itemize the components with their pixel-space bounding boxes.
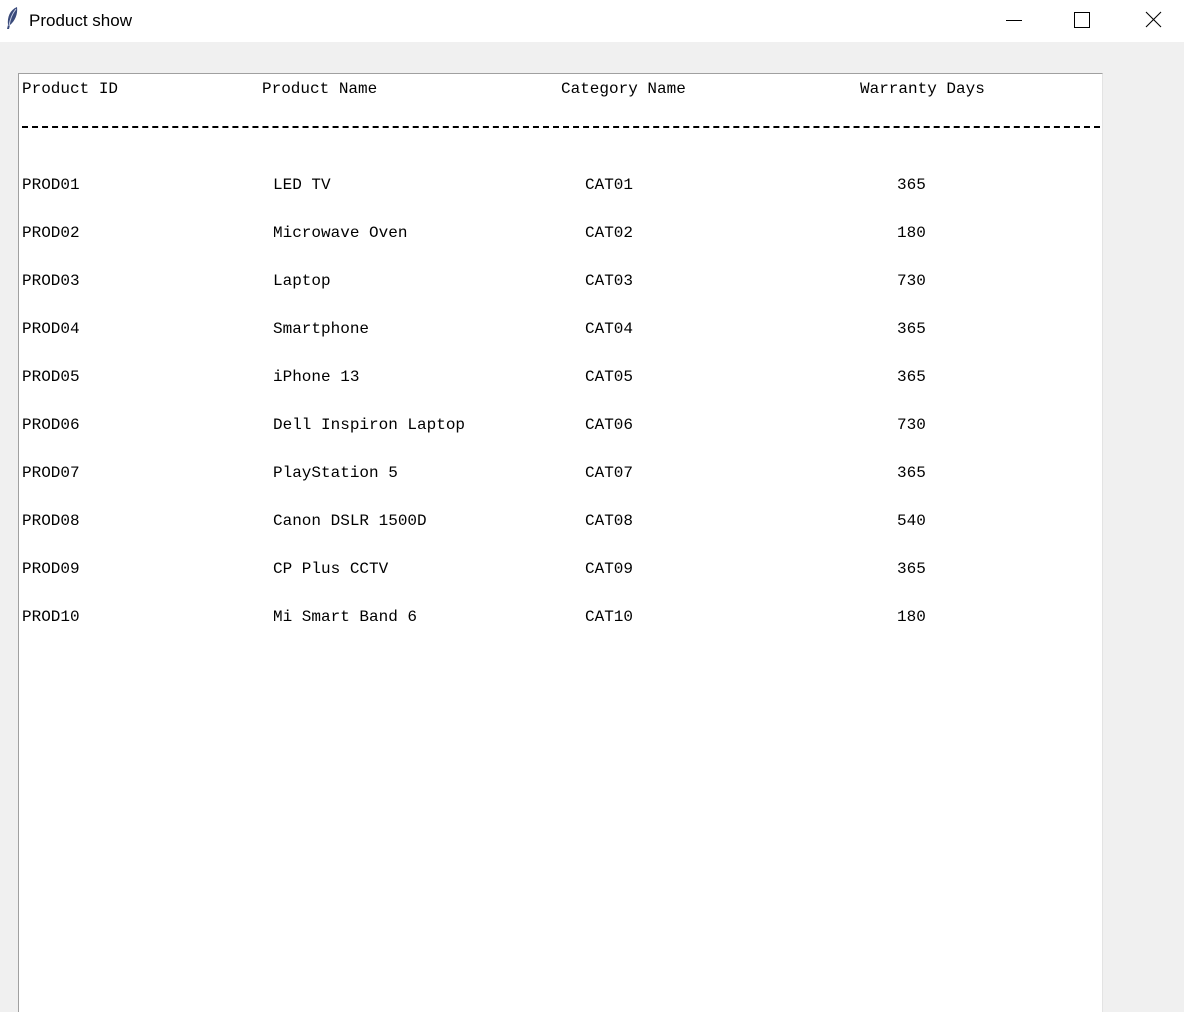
cell-product-name: Canon DSLR 1500D (273, 512, 427, 530)
cell-product-name: Smartphone (273, 320, 370, 338)
cell-category: CAT05 (585, 368, 634, 386)
cell-product-name: Mi Smart Band 6 (273, 608, 418, 626)
window-title: Product show (29, 11, 132, 30)
cell-product-name: Laptop (273, 272, 331, 290)
cell-product-id: PROD07 (22, 464, 80, 482)
cell-warranty-days: 365 (897, 464, 926, 482)
header-product-id: Product ID (22, 80, 119, 98)
cell-warranty-days: 365 (897, 176, 926, 194)
header-product-name: Product Name (262, 80, 378, 98)
product-text-area[interactable]: Product ID Product Name Category Name Wa… (18, 73, 1103, 1012)
product-show-window: Product show Product ID Product Name Cat… (0, 0, 1184, 1012)
cell-product-id: PROD05 (22, 368, 80, 386)
separator-line (22, 126, 1100, 128)
cell-product-name: PlayStation 5 (273, 464, 398, 482)
cell-product-name: Dell Inspiron Laptop (273, 416, 466, 434)
cell-warranty-days: 730 (897, 272, 926, 290)
cell-product-name: CP Plus CCTV (273, 560, 389, 578)
cell-warranty-days: 180 (897, 224, 926, 242)
cell-category: CAT04 (585, 320, 634, 338)
cell-category: CAT06 (585, 416, 634, 434)
cell-warranty-days: 180 (897, 608, 926, 626)
cell-product-id: PROD02 (22, 224, 80, 242)
cell-warranty-days: 365 (897, 368, 926, 386)
feather-icon (4, 6, 20, 30)
cell-product-name: LED TV (273, 176, 331, 194)
cell-category: CAT08 (585, 512, 634, 530)
cell-product-id: PROD06 (22, 416, 80, 434)
cell-warranty-days: 365 (897, 560, 926, 578)
cell-product-name: Microwave Oven (273, 224, 408, 242)
cell-product-id: PROD01 (22, 176, 80, 194)
minimize-button[interactable] (991, 0, 1037, 42)
header-category-name: Category Name (561, 80, 686, 98)
cell-product-name: iPhone 13 (273, 368, 360, 386)
cell-category: CAT03 (585, 272, 634, 290)
cell-category: CAT02 (585, 224, 634, 242)
cell-product-id: PROD10 (22, 608, 80, 626)
cell-warranty-days: 540 (897, 512, 926, 530)
header-warranty-days: Warranty Days (860, 80, 985, 98)
cell-warranty-days: 365 (897, 320, 926, 338)
cell-warranty-days: 730 (897, 416, 926, 434)
cell-product-id: PROD09 (22, 560, 80, 578)
title-bar[interactable]: Product show (0, 0, 1184, 42)
cell-category: CAT09 (585, 560, 634, 578)
maximize-button[interactable] (1059, 0, 1105, 42)
cell-category: CAT07 (585, 464, 634, 482)
cell-category: CAT01 (585, 176, 634, 194)
close-button[interactable] (1130, 0, 1176, 42)
cell-product-id: PROD03 (22, 272, 80, 290)
cell-category: CAT10 (585, 608, 634, 626)
cell-product-id: PROD08 (22, 512, 80, 530)
cell-product-id: PROD04 (22, 320, 80, 338)
